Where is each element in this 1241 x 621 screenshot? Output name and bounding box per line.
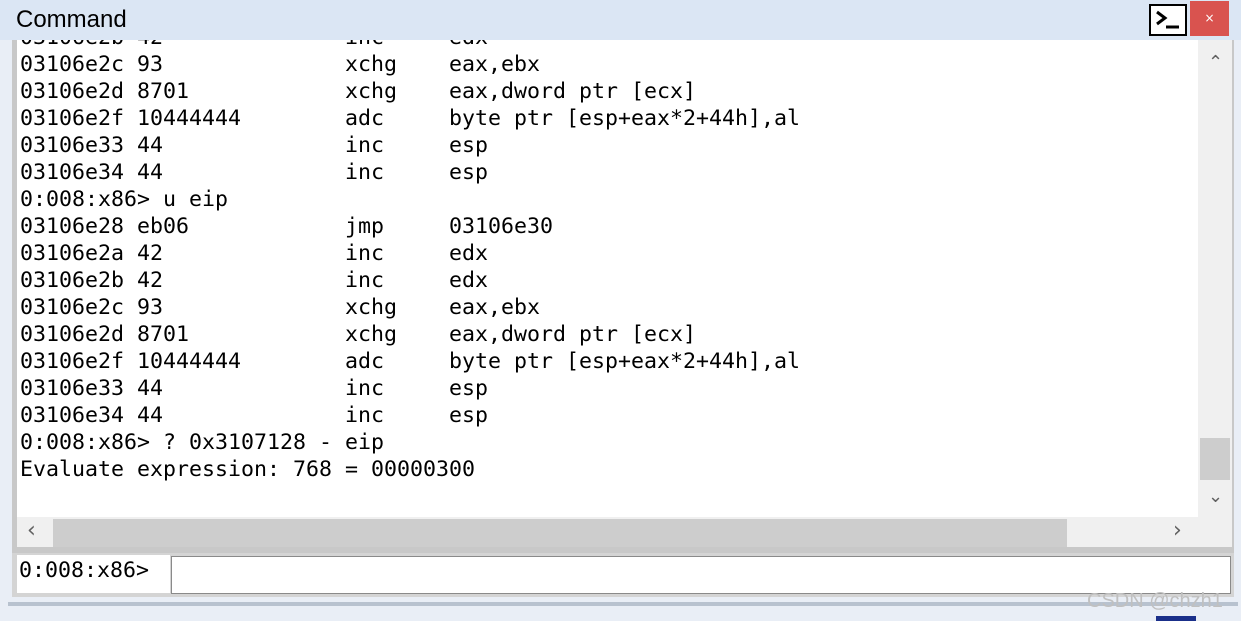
output-line: 03106e2a 42 inc edx: [20, 241, 489, 266]
close-button[interactable]: ×: [1190, 1, 1229, 36]
vertical-scroll-thumb[interactable]: [1200, 438, 1230, 480]
scroll-left-icon[interactable]: ‹: [27, 520, 36, 542]
output-line: 03106e2b 42 inc edx: [20, 40, 800, 51]
output-line: 03106e2b 42 inc edx: [20, 268, 489, 293]
output-line: 03106e2d 8701 xchg eax,dword ptr [ecx]: [20, 322, 697, 347]
window-title: Command: [16, 6, 127, 33]
output-pane: 03106e2b 42 inc edx 03106e2c 93 xchg eax…: [17, 40, 1198, 517]
title-bar: Command ×: [0, 0, 1241, 40]
output-line: 03106e2c 93 xchg eax,ebx: [20, 52, 541, 77]
output-line: 03106e33 44 inc esp: [20, 133, 489, 158]
output-line: 0:008:x86> ? 0x3107128 - eip: [20, 430, 385, 455]
command-input[interactable]: [171, 556, 1231, 594]
output-line: 03106e34 44 inc esp: [20, 160, 489, 185]
scroll-right-icon[interactable]: ›: [1173, 520, 1182, 542]
prompt-label: 0:008:x86>: [17, 555, 170, 593]
command-window-button[interactable]: [1149, 4, 1187, 36]
output-line: Evaluate expression: 768 = 00000300: [20, 457, 476, 482]
status-strip: [0, 597, 1241, 621]
output-line: 03106e2f 10444444 adc byte ptr [esp+eax*…: [20, 349, 801, 374]
terminal-prompt-icon: [1156, 10, 1179, 29]
scroll-up-icon[interactable]: ⌃: [1208, 54, 1223, 72]
horizontal-scrollbar[interactable]: ‹ ›: [17, 517, 1198, 547]
output-line: 0:008:x86> u eip: [20, 187, 229, 212]
close-icon: ×: [1204, 11, 1215, 25]
bottom-border: [8, 602, 1238, 606]
output-line: 03106e2f 10444444 adc byte ptr [esp+eax*…: [20, 106, 801, 131]
output-line: 03106e2d 8701 xchg eax,dword ptr [ecx]: [20, 79, 697, 104]
output-line: 03106e33 44 inc esp: [20, 376, 489, 401]
vertical-scrollbar[interactable]: ⌃ ⌄: [1198, 40, 1232, 517]
output-line: 03106e2c 93 xchg eax,ebx: [20, 295, 541, 320]
output-line: 03106e34 44 inc esp: [20, 403, 489, 428]
horizontal-scroll-thumb[interactable]: [53, 519, 1067, 547]
output-line: 03106e28 eb06 jmp 03106e30: [20, 214, 554, 239]
taskbar-indicator: [1156, 616, 1196, 621]
watermark: CSDN @chzh1: [1087, 590, 1223, 612]
scroll-down-icon[interactable]: ⌄: [1208, 488, 1223, 506]
scrollbar-corner: [1198, 517, 1232, 547]
output-text: 03106e2b 42 inc edx 03106e2c 93 xchg eax…: [20, 40, 800, 483]
